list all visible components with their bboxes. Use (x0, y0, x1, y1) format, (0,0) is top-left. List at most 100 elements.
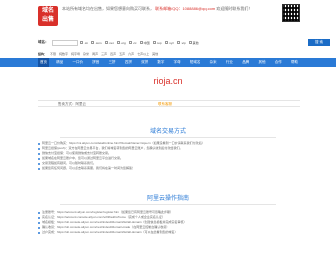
tld-label: 其他 (192, 40, 199, 45)
checkbox-icon[interactable] (152, 41, 156, 44)
trade-methods-list: 阿里云一口价购买：https://mi.aliyun.com/detail/on… (38, 141, 300, 171)
filter-option[interactable]: 七声以上 (137, 52, 149, 56)
checkbox-icon[interactable] (139, 41, 143, 44)
tld-label: .net (108, 40, 114, 45)
notice-highlight: 联系邮箱/QQ：1088886@qq.com (155, 6, 216, 11)
filter-option[interactable]: 不限 (50, 52, 56, 56)
filter-option[interactable]: 其他 (152, 52, 158, 56)
filter-bar: 结构： 不限 纯数字 纯字母 杂米 两声 三声 四声 五声 六声 七声以上 其他 (38, 51, 300, 56)
nav-item[interactable]: 字母 (172, 58, 183, 67)
nav-item[interactable]: 其他 (256, 58, 267, 67)
filter-options: 不限 纯数字 纯字母 杂米 两声 三声 四声 五声 六声 七声以上 其他 (50, 52, 158, 56)
nav-item[interactable]: 精品 (54, 58, 65, 67)
checkbox-icon[interactable] (91, 41, 95, 44)
filter-option[interactable]: 三声 (101, 52, 107, 56)
tld-label: .cn (84, 40, 89, 45)
qr-code-icon (282, 4, 300, 22)
tld-label: .xyz (168, 40, 174, 45)
filter-option[interactable]: 两声 (92, 52, 98, 56)
nav-item[interactable]: 品牌 (240, 58, 251, 67)
filter-option[interactable]: 杂米 (83, 52, 89, 56)
search-bar: 域名： .cn .com .net .org .cc 中国 .top .xyz .vip 其他 搜… (38, 39, 330, 46)
divider (60, 137, 276, 138)
nav-item[interactable]: 三拼 (107, 58, 118, 67)
tld-option[interactable]: .xyz (164, 40, 174, 45)
step-text[interactable]: 如果您有任何问题，可以点击联系客服，我们将在第一时间为您解答！ (42, 166, 135, 171)
search-button[interactable]: 搜 索 (308, 39, 330, 46)
checkbox-icon[interactable] (176, 41, 180, 44)
bullet-icon (38, 147, 40, 150)
site-logo[interactable]: 域名 出售 (38, 6, 58, 26)
bullet-icon (38, 211, 40, 214)
filter-option[interactable]: 五声 (119, 52, 125, 56)
tld-label: .org (120, 40, 126, 45)
nav-item[interactable]: 一口价 (71, 58, 86, 67)
step-text[interactable]: 过户完成：https://dc.console.aliyun.com/next/… (42, 230, 178, 235)
nav-item[interactable]: 短域名 (188, 58, 203, 67)
bullet-icon (38, 157, 40, 160)
tld-options: .cn .com .net .org .cc 中国 .top .xyz .vip 其他 (80, 41, 199, 45)
nav-item[interactable]: 双拼 (139, 58, 150, 67)
filter-option[interactable]: 六声 (128, 52, 134, 56)
nav-item[interactable]: 四拼 (123, 58, 134, 67)
nav-item[interactable]: 首页 (38, 58, 49, 67)
notice-line1: 本站所有域名均在出售，如果您想意向购买可联系， (62, 6, 154, 11)
nav-item[interactable]: 行业 (224, 58, 235, 67)
site-header: 域名 出售 本站所有域名均在出售，如果您想意向购买可联系， 联系邮箱/QQ：10… (0, 0, 336, 36)
nav-item[interactable]: 帮助 (289, 58, 300, 67)
checkbox-icon[interactable] (116, 41, 120, 44)
filter-option[interactable]: 四声 (110, 52, 116, 56)
nav-item[interactable]: 合作 (273, 58, 284, 67)
contact-notice: 本站所有域名均在出售，如果您想意向购买可联系， 联系邮箱/QQ：1088886@… (62, 6, 278, 11)
trade-methods-title: 域名交易方式 (149, 129, 186, 135)
filter-option[interactable]: 纯字母 (71, 52, 80, 56)
nav-item[interactable]: 杂米 (208, 58, 219, 67)
nav-item[interactable]: 拼音 (90, 58, 101, 67)
checkbox-icon[interactable] (80, 41, 83, 44)
tld-label: .top (156, 40, 162, 45)
tld-label: .cc (132, 40, 137, 45)
checkbox-icon[interactable] (104, 41, 108, 44)
tld-option[interactable]: .com (91, 41, 102, 45)
filter-option[interactable]: 纯数字 (59, 52, 68, 56)
main-nav: 首页 精品 一口价 拼音 三拼 四拼 双拼 数字 字母 短域名 杂米 行业 品牌 其他 合作 帮助 (0, 58, 336, 67)
filter-label: 结构： (38, 51, 48, 56)
tld-label: .vip (180, 40, 186, 45)
checkbox-icon[interactable] (164, 41, 168, 44)
nav-items: 首页 精品 一口价 拼音 三拼 四拼 双拼 数字 字母 短域名 杂米 行业 品牌 其他 合作 帮助 (38, 58, 300, 67)
divider (60, 204, 276, 205)
bullet-icon (38, 226, 40, 229)
bullet-icon (38, 142, 40, 145)
search-input[interactable] (52, 39, 78, 46)
tld-label: 中国 (143, 40, 150, 45)
bullet-icon (38, 162, 40, 165)
bullet-icon (38, 152, 40, 155)
seller-method: 售卖方式：阿里云 (58, 102, 86, 106)
tld-option[interactable]: .cn (80, 41, 88, 45)
tld-option[interactable]: .cc (128, 40, 137, 45)
notice-line2: 欢迎随时联系我们！ (216, 6, 253, 11)
step-item: 如果您有任何问题，可以点击联系客服，我们将在第一时间为您解答！ (38, 166, 300, 171)
bullet-icon (38, 167, 40, 170)
tld-option[interactable]: 其他 (188, 40, 199, 45)
logo-text: 域名 出售 (41, 8, 54, 23)
seller-info: 售卖方式：阿里云 联系客服 (38, 100, 300, 107)
search-label: 域名： (38, 40, 49, 44)
bullet-icon (38, 216, 40, 219)
tld-option[interactable]: .net (104, 40, 114, 45)
tld-option[interactable]: 中国 (139, 40, 150, 45)
domain-name: rioja.cn (153, 76, 183, 86)
nav-item[interactable]: 数字 (155, 58, 166, 67)
step-item: 过户完成：https://dc.console.aliyun.com/next/… (38, 230, 300, 235)
tld-label: .com (95, 40, 102, 45)
checkbox-icon[interactable] (128, 41, 132, 44)
contact-service-link[interactable]: 联系客服 (158, 102, 172, 107)
bullet-icon (38, 221, 40, 224)
tld-option[interactable]: .org (116, 40, 126, 45)
tld-option[interactable]: .vip (176, 40, 186, 45)
bullet-icon (38, 231, 40, 234)
checkbox-icon[interactable] (188, 41, 192, 44)
aliyun-guide-title: 阿里云操作指南 (146, 196, 189, 202)
aliyun-guide-list: 注册账号：https://account.aliyun.com/register… (38, 210, 300, 235)
tld-option[interactable]: .top (152, 40, 162, 45)
